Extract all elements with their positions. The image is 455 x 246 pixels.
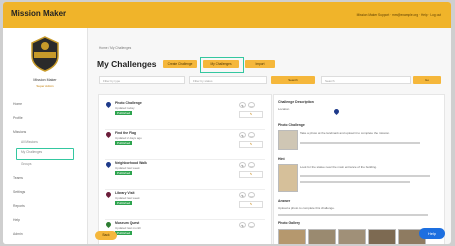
text-line [300, 181, 410, 183]
map-pin-icon [104, 160, 113, 169]
sidebar-item-reports[interactable]: Reports [13, 204, 25, 208]
map-pin-icon [332, 107, 341, 116]
edit-button[interactable]: ✎ [239, 201, 263, 208]
section-title: Hint [278, 157, 285, 161]
sidebar-item-home[interactable]: Home [13, 102, 22, 106]
hint-image [278, 164, 298, 192]
edit-button[interactable]: ✎ [239, 141, 263, 148]
item-title[interactable]: Photo Challenge [115, 101, 142, 105]
gallery-image[interactable] [278, 229, 306, 244]
status-badge: Published [115, 171, 133, 175]
tab-highlight-box [200, 57, 244, 73]
item-actions: ✎ ⋯ [239, 102, 261, 108]
item-title[interactable]: Neighborhood Walk [115, 161, 147, 165]
list-item[interactable]: Photo Challenge Updated today Published … [104, 99, 265, 130]
status-badge: Published [115, 141, 133, 145]
more-icon[interactable]: ⋯ [248, 102, 255, 108]
user-name: Mission Maker [33, 78, 57, 82]
item-title[interactable]: Museum Quest [115, 221, 139, 225]
help-button[interactable]: Help [419, 228, 445, 239]
map-pin-icon [104, 130, 113, 139]
challenge-detail: Challenge Description Location Photo Cha… [273, 94, 445, 244]
edit-icon[interactable]: ✎ [239, 192, 246, 198]
item-actions: ✎ ⋯ [239, 222, 261, 228]
go-button[interactable]: Go [413, 76, 441, 84]
edit-icon[interactable]: ✎ [239, 162, 246, 168]
item-title[interactable]: Library Visit [115, 191, 135, 195]
breadcrumb[interactable]: Home / My Challenges [99, 46, 131, 50]
more-icon[interactable]: ⋯ [248, 132, 255, 138]
more-icon[interactable]: ⋯ [248, 162, 255, 168]
more-icon[interactable]: ⋯ [248, 192, 255, 198]
item-meta: Updated last week [115, 166, 140, 170]
gallery-image[interactable] [338, 229, 366, 244]
sidebar-item-help[interactable]: Help [13, 218, 20, 222]
status-badge: Published [115, 111, 133, 115]
section-text: Take a photo at the landmark and upload … [300, 131, 390, 135]
app-window: Mission Maker Mission Maker Support · mm… [3, 2, 451, 244]
header-info[interactable]: Mission Maker Support · mm@example.org ·… [357, 13, 441, 17]
list-item[interactable]: Neighborhood Walk Updated last week Publ… [104, 159, 265, 190]
highlight-box [16, 148, 74, 160]
type-filter-select[interactable]: Filter by type [99, 76, 185, 84]
edit-icon[interactable]: ✎ [239, 102, 246, 108]
edit-icon[interactable]: ✎ [239, 222, 246, 228]
challenge-image [278, 130, 298, 150]
list-item[interactable]: Museum Quest Updated last month Publishe… [104, 219, 265, 244]
map-pin-icon [104, 100, 113, 109]
gallery-image[interactable] [308, 229, 336, 244]
section-text: Upload a photo to complete this challeng… [278, 206, 335, 210]
item-actions: ✎ ⋯ [239, 132, 261, 138]
status-filter-select[interactable]: Filter by status [189, 76, 267, 84]
tab-import[interactable]: Import [245, 60, 275, 68]
item-actions: ✎ ⋯ [239, 162, 261, 168]
list-item[interactable]: Find the Flag Updated 2 days ago Publish… [104, 129, 265, 160]
sidebar-item-teams[interactable]: Teams [13, 176, 23, 180]
logo-badge-icon [31, 36, 59, 72]
gallery-label: Photo Gallery [278, 221, 301, 225]
edit-icon[interactable]: ✎ [239, 132, 246, 138]
search-button[interactable]: Search [271, 76, 315, 84]
help-label: Help [427, 231, 437, 236]
list-item[interactable]: Library Visit Updated last week Publishe… [104, 189, 265, 220]
page-title: My Challenges [97, 59, 157, 69]
edit-button[interactable]: ✎ [239, 171, 263, 178]
sidebar: Mission Maker Super Admin Home Profile M… [3, 28, 88, 244]
challenge-list: Photo Challenge Updated today Published … [98, 94, 272, 244]
text-line [300, 142, 420, 144]
more-icon[interactable]: ⋯ [248, 222, 255, 228]
text-line [278, 214, 428, 216]
section-text: Look for the statue near the main entran… [300, 165, 377, 169]
user-role: Super Admin [36, 84, 54, 88]
tab-create-challenge[interactable]: Create Challenge [163, 60, 197, 68]
app-title[interactable]: Mission Maker [11, 9, 66, 18]
gallery-image[interactable] [368, 229, 396, 244]
sidebar-item-all-missions[interactable]: All Missions [21, 140, 38, 144]
map-pin-icon [104, 190, 113, 199]
detail-subheading: Location [278, 107, 290, 111]
status-badge: Published [115, 201, 133, 205]
sidebar-item-profile[interactable]: Profile [13, 116, 23, 120]
sidebar-item-groups[interactable]: Groups [21, 162, 31, 166]
sidebar-item-settings[interactable]: Settings [13, 190, 25, 194]
status-badge: Published [115, 231, 133, 235]
text-line [300, 175, 430, 177]
item-meta: Updated today [115, 106, 135, 110]
sidebar-item-missions[interactable]: Missions [13, 130, 26, 134]
item-meta: Updated 2 days ago [115, 136, 142, 140]
top-bar: Mission Maker Mission Maker Support · mm… [3, 2, 451, 28]
search-input[interactable]: Search [321, 76, 411, 84]
section-title: Photo Challenge [278, 123, 305, 127]
item-actions: ✎ ⋯ [239, 192, 261, 198]
item-meta: Updated last week [115, 196, 140, 200]
item-title[interactable]: Find the Flag [115, 131, 136, 135]
back-button[interactable]: Back [95, 231, 117, 240]
item-meta: Updated last month [115, 226, 142, 230]
detail-heading: Challenge Description [278, 100, 314, 104]
edit-button[interactable]: ✎ [239, 111, 263, 118]
sidebar-item-admin[interactable]: Admin [13, 232, 23, 236]
map-pin-icon [104, 220, 113, 229]
section-title: Answer [278, 199, 291, 203]
